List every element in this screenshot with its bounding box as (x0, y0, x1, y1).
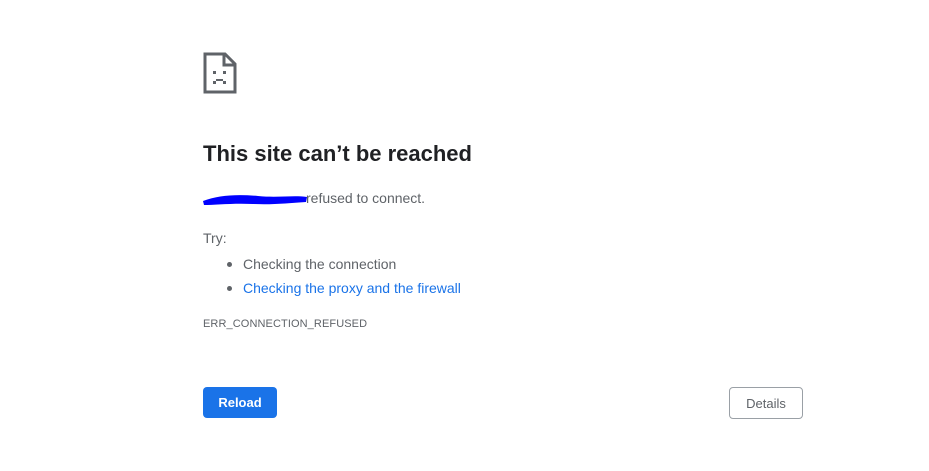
redacted-host (203, 189, 307, 207)
reload-button[interactable]: Reload (203, 387, 277, 418)
details-button[interactable]: Details (729, 387, 803, 419)
error-page: This site can’t be reached refused to co… (0, 0, 929, 471)
error-title: This site can’t be reached (203, 141, 472, 166)
error-code: ERR_CONNECTION_REFUSED (203, 318, 368, 330)
sad-page-icon (203, 52, 237, 94)
try-label: Try: (203, 230, 227, 246)
bullet (227, 286, 232, 291)
suggestion-check-connection: Checking the connection (243, 256, 397, 272)
suggestion-item[interactable]: Checking the proxy and the firewall (203, 276, 461, 300)
suggestion-proxy-firewall-link[interactable]: Checking the proxy and the firewall (243, 280, 461, 296)
suggestion-item: Checking the connection (203, 252, 461, 276)
error-message-text: refused to connect. (306, 190, 426, 206)
suggestions-list: Checking the connection Checking the pro… (203, 252, 461, 300)
error-message: refused to connect. (203, 189, 425, 207)
bullet (227, 262, 232, 267)
